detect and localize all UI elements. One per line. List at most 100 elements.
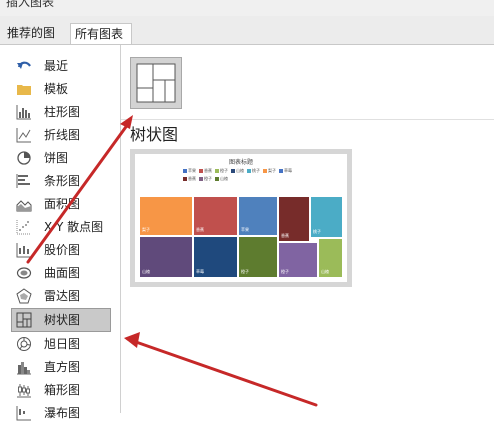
legend-label: 草莓 <box>284 168 292 173</box>
sidebar-item-line[interactable]: 折线图 <box>12 124 110 146</box>
histogram-chart-icon <box>17 362 31 375</box>
sidebar-item-sunburst[interactable]: 旭日图 <box>12 333 110 355</box>
chart-type-list: 最近 模板 柱形图 折线图 饼图 条形图 面积图 X Y 散点图 股价图 曲面图… <box>0 45 121 421</box>
legend-swatch <box>279 169 283 173</box>
treemap-tile-label: 山楂 <box>321 269 329 274</box>
treemap-tile-label: 苹果 <box>241 227 249 232</box>
legend-swatch <box>263 169 267 173</box>
chart-type-title: 树状图 <box>130 125 179 144</box>
column-chart-icon <box>16 105 31 120</box>
legend-item: 橙子 <box>199 176 212 182</box>
stock-chart-icon <box>16 243 31 258</box>
sidebar-item-label: 箱形图 <box>44 383 81 397</box>
sidebar-item-histogram[interactable]: 直方图 <box>12 356 110 378</box>
sidebar-item-label: 树状图 <box>44 313 81 327</box>
sidebar-item-label: 瀑布图 <box>44 406 81 420</box>
sidebar-item-recent[interactable]: 最近 <box>12 55 110 77</box>
treemap-tile: 苹果 <box>238 196 278 236</box>
treemap-subtype-thumbnail[interactable] <box>130 57 182 109</box>
sidebar-item-label: 折线图 <box>44 128 81 142</box>
sidebar-item-bar[interactable]: 条形图 <box>12 170 110 192</box>
sidebar-item-radar[interactable]: 雷达图 <box>12 285 110 307</box>
legend-swatch <box>199 169 203 173</box>
sidebar-item-label: 面积图 <box>44 197 81 211</box>
treemap-tile-label: 香蕉 <box>281 233 289 238</box>
sunburst-chart-icon <box>17 337 31 351</box>
sidebar-item-label: 雷达图 <box>44 289 81 303</box>
sidebar-item-label: 直方图 <box>44 360 81 374</box>
legend-item: 草莓 <box>279 168 292 174</box>
folder-icon <box>17 85 31 95</box>
preview-treemap: 梨子 香蕉 苹果 香蕉 桃子 山楂 草莓 橙子 橙子 山楂 <box>139 196 343 278</box>
legend-label: 山楂 <box>236 168 244 173</box>
treemap-tile: 山楂 <box>139 236 193 278</box>
sidebar-item-label: 饼图 <box>44 151 69 165</box>
line-chart-icon <box>16 128 31 143</box>
legend-label: 桃子 <box>252 168 260 173</box>
sidebar-item-label: X Y 散点图 <box>44 220 104 234</box>
legend-item: 山楂 <box>215 176 228 182</box>
tab-recommended-charts[interactable]: 推荐的图表 <box>3 23 70 60</box>
sidebar-item-label: 条形图 <box>44 174 81 188</box>
legend-swatch <box>183 169 187 173</box>
sidebar-item-label: 最近 <box>44 59 69 73</box>
treemap-tile-label: 梨子 <box>142 227 150 232</box>
treemap-subtype-icon <box>136 63 176 103</box>
treemap-tile: 香蕉 <box>193 196 238 236</box>
treemap-tile-label: 橙子 <box>241 269 249 274</box>
radar-chart-icon <box>16 288 32 304</box>
sidebar-item-surface[interactable]: 曲面图 <box>12 262 110 284</box>
legend-swatch <box>199 177 203 181</box>
treemap-tile: 香蕉 <box>278 196 310 242</box>
sidebar-item-column[interactable]: 柱形图 <box>12 101 110 123</box>
dialog-title: 插入图表 <box>6 0 55 9</box>
legend-swatch <box>215 169 219 173</box>
chart-preview-canvas: 图表标题 苹果 香蕉 橙子 山楂 桃子 梨子 草莓香蕉 橙子 山楂 梨子 香蕉 苹果 香蕉 桃子 山楂 草莓… <box>135 154 347 282</box>
sidebar-item-templates[interactable]: 模板 <box>12 78 110 100</box>
treemap-tile: 橙子 <box>238 236 278 278</box>
legend-label: 梨子 <box>268 168 276 173</box>
treemap-tile-label: 草莓 <box>196 269 204 274</box>
treemap-tile: 桃子 <box>310 196 343 238</box>
sidebar-item-box-whisker[interactable]: 箱形图 <box>12 379 110 401</box>
sidebar-item-stock[interactable]: 股价图 <box>12 239 110 261</box>
legend-swatch <box>231 169 235 173</box>
chart-subtype-strip <box>121 53 494 120</box>
treemap-tile-label: 山楂 <box>142 269 150 274</box>
legend-label: 香蕉 <box>188 176 196 181</box>
area-chart-icon <box>16 200 32 212</box>
treemap-tile-label: 香蕉 <box>196 227 204 232</box>
pie-chart-icon <box>17 151 31 165</box>
treemap-tile: 草莓 <box>193 236 238 278</box>
legend-item: 桃子 <box>247 168 260 174</box>
tab-all-charts[interactable]: 所有图表 <box>70 23 132 44</box>
tab-bar: 推荐的图表 所有图表 <box>0 16 494 60</box>
preview-legend: 苹果 香蕉 橙子 山楂 桃子 梨子 草莓香蕉 橙子 山楂 <box>183 168 303 184</box>
legend-label: 山楂 <box>220 176 228 181</box>
legend-label: 橙子 <box>220 168 228 173</box>
legend-item: 梨子 <box>263 168 276 174</box>
sidebar-item-area[interactable]: 面积图 <box>12 193 110 215</box>
treemap-tile: 山楂 <box>318 238 343 278</box>
sidebar-item-pie[interactable]: 饼图 <box>12 147 110 169</box>
sidebar-item-treemap[interactable]: 树状图 <box>11 308 111 332</box>
undo-arrow-icon <box>17 61 31 69</box>
legend-item: 苹果 <box>183 168 196 174</box>
surface-chart-icon <box>16 267 32 279</box>
sidebar-item-label: 旭日图 <box>44 337 81 351</box>
sidebar-item-scatter[interactable]: X Y 散点图 <box>12 216 110 238</box>
treemap-chart-icon <box>16 312 32 328</box>
legend-swatch <box>215 177 219 181</box>
chart-preview-panel: 树状图 图表标题 苹果 香蕉 橙子 山楂 桃子 梨子 草莓香蕉 橙子 山楂 梨子 香蕉 苹果 香蕉 桃子… <box>121 45 494 413</box>
sidebar-item-label: 股价图 <box>44 243 81 257</box>
dialog-title-bar: 插入图表 <box>0 0 494 16</box>
legend-label: 橙子 <box>204 176 212 181</box>
treemap-tile-label: 橙子 <box>281 269 289 274</box>
chart-preview[interactable]: 图表标题 苹果 香蕉 橙子 山楂 桃子 梨子 草莓香蕉 橙子 山楂 梨子 香蕉 苹果 香蕉 桃子 山楂 草莓… <box>130 149 352 287</box>
sidebar-item-label: 柱形图 <box>44 105 81 119</box>
legend-label: 苹果 <box>188 168 196 173</box>
sidebar-item-waterfall[interactable]: 瀑布图 <box>12 402 110 424</box>
legend-swatch <box>247 169 251 173</box>
legend-item: 山楂 <box>231 168 244 174</box>
treemap-tile: 梨子 <box>139 196 193 236</box>
